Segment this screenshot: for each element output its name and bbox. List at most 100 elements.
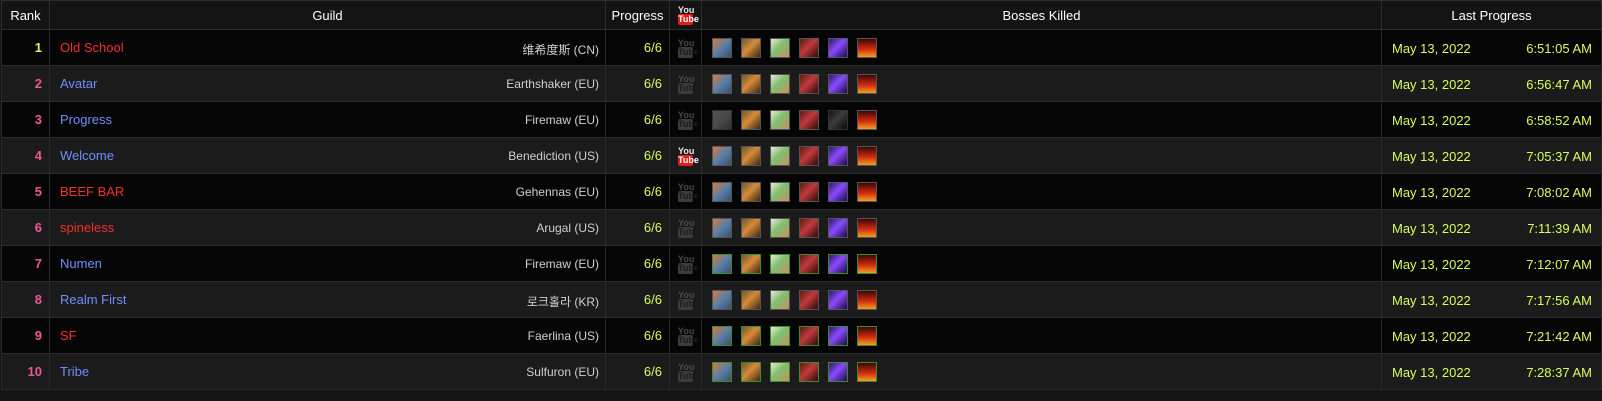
boss-icon-5[interactable] — [828, 37, 848, 58]
boss-icon-4[interactable] — [799, 181, 819, 202]
boss-icon-4[interactable] — [799, 109, 819, 130]
boss-icon-3[interactable] — [770, 325, 790, 346]
progress-cell: 6/6 — [605, 101, 670, 138]
boss-icon-5[interactable] — [828, 253, 848, 274]
boss-icon-5[interactable] — [828, 109, 848, 130]
boss-icon-1[interactable] — [712, 253, 732, 274]
boss-icon-6[interactable] — [857, 73, 877, 94]
boss-icon-2[interactable] — [741, 289, 761, 310]
youtube-icon[interactable]: You Tube — [678, 110, 699, 130]
boss-icon-6[interactable] — [857, 289, 877, 310]
guild-link[interactable]: Numen — [60, 256, 102, 271]
boss-icon-3[interactable] — [770, 37, 790, 58]
youtube-icon[interactable]: You Tube — [678, 218, 699, 238]
boss-icon-2[interactable] — [741, 145, 761, 166]
youtube-icon[interactable]: You Tube — [678, 182, 699, 202]
boss-icon-4[interactable] — [799, 361, 819, 382]
boss-icon-6[interactable] — [857, 181, 877, 202]
youtube-icon[interactable]: You Tube — [678, 290, 699, 310]
guild-link[interactable]: Realm First — [60, 292, 126, 307]
youtube-icon[interactable]: You Tube — [678, 326, 699, 346]
boss-icon-1[interactable] — [712, 217, 732, 238]
boss-icon-2[interactable] — [741, 217, 761, 238]
boss-icon-2[interactable] — [741, 37, 761, 58]
guild-link[interactable]: Progress — [60, 112, 112, 127]
video-cell: You Tube — [669, 65, 702, 102]
last-progress-time: 7:11:39 AM — [1527, 221, 1592, 236]
youtube-icon[interactable]: You Tube — [678, 362, 699, 382]
bosses-cell — [701, 137, 1382, 174]
guild-link[interactable]: Welcome — [60, 148, 114, 163]
video-cell: You Tube — [669, 173, 702, 210]
boss-icon-5[interactable] — [828, 145, 848, 166]
boss-icon-6[interactable] — [857, 145, 877, 166]
bosses-cell — [701, 353, 1382, 390]
boss-icon-3[interactable] — [770, 289, 790, 310]
boss-icon-5[interactable] — [828, 361, 848, 382]
guild-link[interactable]: Tribe — [60, 364, 89, 379]
boss-icon-3[interactable] — [770, 253, 790, 274]
boss-icon-4[interactable] — [799, 217, 819, 238]
realm-label: Gehennas (EU) — [515, 185, 599, 199]
boss-icon-5[interactable] — [828, 73, 848, 94]
last-progress-date: May 13, 2022 — [1392, 365, 1471, 380]
rank-cell: 4 — [1, 137, 50, 174]
boss-icon-5[interactable] — [828, 289, 848, 310]
boss-icon-1[interactable] — [712, 73, 732, 94]
boss-icon-5[interactable] — [828, 325, 848, 346]
boss-icon-4[interactable] — [799, 253, 819, 274]
progress-column-header[interactable]: Progress — [605, 0, 670, 30]
boss-icon-1[interactable] — [712, 289, 732, 310]
boss-icon-2[interactable] — [741, 181, 761, 202]
youtube-icon[interactable]: You Tube — [678, 74, 699, 94]
boss-icon-5[interactable] — [828, 217, 848, 238]
boss-icon-4[interactable] — [799, 73, 819, 94]
boss-icon-1[interactable] — [712, 361, 732, 382]
guild-link[interactable]: BEEF BAR — [60, 184, 124, 199]
boss-icon-3[interactable] — [770, 217, 790, 238]
youtube-icon[interactable]: You Tube — [678, 254, 699, 274]
guild-column-header[interactable]: Guild — [49, 0, 606, 30]
boss-icon-2[interactable] — [741, 253, 761, 274]
boss-icon-1[interactable] — [712, 325, 732, 346]
rank-column-header[interactable]: Rank — [1, 0, 50, 30]
realm-label: Firemaw (EU) — [525, 113, 599, 127]
boss-icon-1[interactable] — [712, 181, 732, 202]
rank-cell: 1 — [1, 29, 50, 66]
boss-icon-2[interactable] — [741, 109, 761, 130]
boss-icon-6[interactable] — [857, 217, 877, 238]
boss-icon-3[interactable] — [770, 145, 790, 166]
boss-icon-4[interactable] — [799, 289, 819, 310]
video-cell: You Tube — [669, 29, 702, 66]
boss-icon-3[interactable] — [770, 73, 790, 94]
boss-icon-4[interactable] — [799, 325, 819, 346]
boss-icon-2[interactable] — [741, 73, 761, 94]
guild-link[interactable]: Avatar — [60, 76, 97, 91]
boss-icon-3[interactable] — [770, 181, 790, 202]
last-progress-column-header[interactable]: Last Progress — [1381, 0, 1602, 30]
boss-icon-5[interactable] — [828, 181, 848, 202]
youtube-icon[interactable]: You Tube — [678, 38, 699, 58]
boss-icon-6[interactable] — [857, 361, 877, 382]
boss-icon-4[interactable] — [799, 37, 819, 58]
boss-icon-6[interactable] — [857, 253, 877, 274]
boss-icon-1[interactable] — [712, 37, 732, 58]
boss-icon-4[interactable] — [799, 145, 819, 166]
boss-icon-6[interactable] — [857, 325, 877, 346]
boss-icon-2[interactable] — [741, 361, 761, 382]
boss-icon-3[interactable] — [770, 109, 790, 130]
guild-cell: BEEF BAR Gehennas (EU) — [49, 173, 606, 210]
boss-icon-2[interactable] — [741, 325, 761, 346]
boss-icon-6[interactable] — [857, 37, 877, 58]
boss-icon-1[interactable] — [712, 145, 732, 166]
guild-link[interactable]: spineless — [60, 220, 114, 235]
guild-link[interactable]: Old School — [60, 40, 124, 55]
bosses-column-header: Bosses Killed — [701, 0, 1382, 30]
boss-icon-6[interactable] — [857, 109, 877, 130]
youtube-icon[interactable]: You Tube — [678, 146, 699, 166]
guild-link[interactable]: SF — [60, 328, 77, 343]
table-row: 4 Welcome Benediction (US) 6/6 You Tube M… — [1, 137, 1602, 174]
last-progress-cell: May 13, 2022 7:28:37 AM — [1381, 353, 1602, 390]
boss-icon-1[interactable] — [712, 109, 732, 130]
boss-icon-3[interactable] — [770, 361, 790, 382]
